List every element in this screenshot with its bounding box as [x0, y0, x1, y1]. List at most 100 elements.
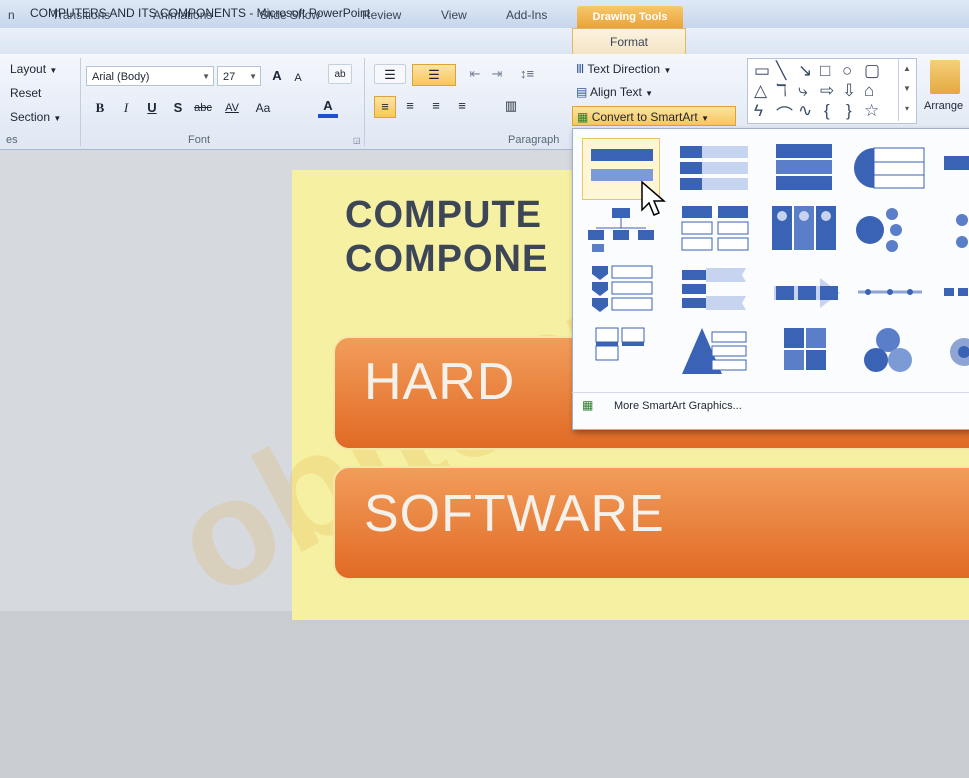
- down-arrow-shape-icon[interactable]: ⇩: [842, 81, 856, 101]
- smartart-partial-item[interactable]: [940, 138, 969, 200]
- smartart-vertical-bullet-list[interactable]: [676, 138, 754, 200]
- arrange-button[interactable]: Arrange: [924, 100, 963, 112]
- line-spacing-button[interactable]: ↕≡: [514, 64, 540, 84]
- layout-label: Layout: [10, 62, 47, 76]
- title-line-1: COMPUTE: [345, 194, 542, 236]
- tab-partial[interactable]: n: [8, 8, 15, 22]
- curve-shape-icon[interactable]: ⌒: [776, 101, 793, 126]
- tab-animations[interactable]: Animations: [153, 8, 212, 22]
- right-brace-shape-icon[interactable]: }: [846, 101, 852, 121]
- chevron-down-icon: ▼: [53, 114, 62, 123]
- increase-indent-button[interactable]: ⇥: [488, 64, 506, 84]
- scribble-shape-icon[interactable]: ∿: [798, 101, 812, 121]
- star-shape-icon[interactable]: ☆: [864, 101, 879, 121]
- mouse-cursor-icon: [640, 180, 670, 225]
- rounded-rectangle-shape-icon[interactable]: ▢: [864, 61, 880, 81]
- font-size-combo[interactable]: 27 ▼: [217, 66, 261, 86]
- reset-button[interactable]: Reset: [10, 86, 41, 100]
- chevron-down-icon: ▼: [202, 72, 210, 81]
- elbow-connector-shape-icon[interactable]: ℸ: [776, 81, 787, 101]
- section-button[interactable]: Section ▼: [10, 110, 61, 124]
- font-name-combo[interactable]: Arial (Body) ▼: [86, 66, 214, 86]
- smartart-cycle[interactable]: [852, 322, 930, 384]
- dialog-launcher-icon[interactable]: ◲: [353, 136, 361, 145]
- align-left-button[interactable]: ≡: [374, 96, 396, 118]
- italic-button[interactable]: I: [118, 98, 134, 118]
- paragraph-group-label: Paragraph: [508, 134, 560, 146]
- align-center-button[interactable]: ≡: [400, 96, 420, 116]
- slide-title[interactable]: COMPUTE COMPONE: [345, 193, 548, 281]
- shapes-scroll[interactable]: ▲ ▼ ▾: [898, 59, 915, 121]
- tab-view[interactable]: View: [441, 8, 467, 22]
- tab-format[interactable]: Format: [572, 28, 686, 55]
- smartart-table-hierarchy[interactable]: [676, 200, 754, 262]
- shrink-font-button[interactable]: A: [290, 68, 306, 88]
- triangle-shape-icon[interactable]: △: [754, 81, 767, 101]
- smartart-icon: ▦: [582, 398, 594, 412]
- text-direction-label: Text Direction: [587, 62, 661, 76]
- layout-button[interactable]: Layout ▼: [10, 62, 57, 76]
- decrease-indent-button[interactable]: ⇤: [466, 64, 484, 84]
- font-color-button[interactable]: A: [318, 96, 338, 118]
- strikethrough-button[interactable]: abc: [190, 98, 216, 118]
- text-direction-button[interactable]: Ⅲ Text Direction ▼: [576, 62, 671, 76]
- smartart-partial-item[interactable]: [940, 262, 969, 324]
- clear-formatting-button[interactable]: ab: [328, 64, 352, 84]
- underline-button[interactable]: U: [144, 98, 160, 118]
- shapes-gallery[interactable]: ▭ ╲ ↘ □ ○ ▢ △ ℸ ⤷ ⇨ ⇩ ⌂ ϟ ⌒ ∿ { } ☆ ▲ ▼ ▾: [747, 58, 917, 126]
- tab-review[interactable]: Review: [362, 8, 401, 22]
- smartart-partial-item[interactable]: [940, 200, 969, 262]
- arrow-line-shape-icon[interactable]: ↘: [798, 61, 812, 81]
- bullets-button[interactable]: ☰: [374, 64, 406, 84]
- numbering-button[interactable]: ☰: [412, 64, 456, 86]
- align-text-button[interactable]: ▤ Align Text ▼: [576, 85, 653, 99]
- columns-button[interactable]: ▥: [498, 96, 524, 116]
- text-direction-icon: Ⅲ: [576, 62, 585, 76]
- justify-button[interactable]: ≡: [452, 96, 472, 116]
- shadow-button[interactable]: S: [170, 98, 186, 118]
- title-line-2: COMPONE: [345, 238, 549, 280]
- elbow-arrow-shape-icon[interactable]: ⤷: [798, 81, 808, 101]
- smartart-stacked-list[interactable]: [770, 138, 848, 200]
- smartart-radial-list[interactable]: [852, 200, 930, 262]
- smartart-vertical-box-list[interactable]: [770, 200, 848, 262]
- ribbon-tab-row: [0, 28, 969, 54]
- chevron-down-icon: ▼: [49, 66, 58, 75]
- hardware-text: HARD: [364, 353, 516, 411]
- smartart-matrix[interactable]: [770, 322, 848, 384]
- slides-group-label: es: [6, 134, 18, 146]
- smartart-picture-list[interactable]: [582, 322, 660, 384]
- lightning-shape-icon[interactable]: ϟ: [754, 101, 763, 121]
- left-brace-shape-icon[interactable]: {: [824, 101, 830, 121]
- software-text: SOFTWARE: [364, 485, 665, 543]
- more-smartart-graphics-link[interactable]: More SmartArt Graphics...: [614, 400, 742, 412]
- smartart-circle-list[interactable]: [852, 138, 930, 200]
- tab-transitions[interactable]: Transitions: [52, 8, 110, 22]
- smartart-vertical-chevron-list[interactable]: [582, 262, 660, 324]
- rectangle-shape-icon[interactable]: □: [820, 61, 830, 81]
- bold-button[interactable]: B: [92, 98, 108, 118]
- smartart-arrow-process[interactable]: [852, 262, 930, 324]
- smartart-basic-process[interactable]: [770, 262, 848, 324]
- chevron-down-icon: ▼: [249, 72, 257, 81]
- change-case-button[interactable]: Aa: [250, 98, 276, 118]
- text-box-shape-icon[interactable]: ▭: [754, 61, 770, 81]
- tab-add-ins[interactable]: Add-Ins: [506, 8, 547, 22]
- convert-to-smartart-button[interactable]: ▦ Convert to SmartArt ▼: [572, 106, 736, 126]
- smartart-pyramid-list[interactable]: [676, 322, 754, 384]
- font-name-value: Arial (Body): [92, 71, 150, 83]
- arrange-icon: [930, 60, 960, 94]
- oval-shape-icon[interactable]: ○: [842, 61, 852, 81]
- freeform-shape-icon[interactable]: ⌂: [864, 81, 874, 101]
- line-shape-icon[interactable]: ╲: [776, 61, 786, 81]
- grow-font-button[interactable]: A: [268, 66, 286, 86]
- smartart-horizontal-bullet-list[interactable]: [676, 262, 754, 324]
- align-right-button[interactable]: ≡: [426, 96, 446, 116]
- character-spacing-button[interactable]: AV: [220, 98, 244, 118]
- font-group-label: Font: [188, 134, 211, 146]
- drawing-tools-contextual-tab: Drawing Tools: [577, 6, 683, 28]
- right-arrow-shape-icon[interactable]: ⇨: [820, 81, 834, 101]
- tab-slide-show[interactable]: Slide Show: [260, 8, 320, 22]
- smartart-partial-item[interactable]: [940, 322, 969, 384]
- section-label: Section: [10, 110, 51, 124]
